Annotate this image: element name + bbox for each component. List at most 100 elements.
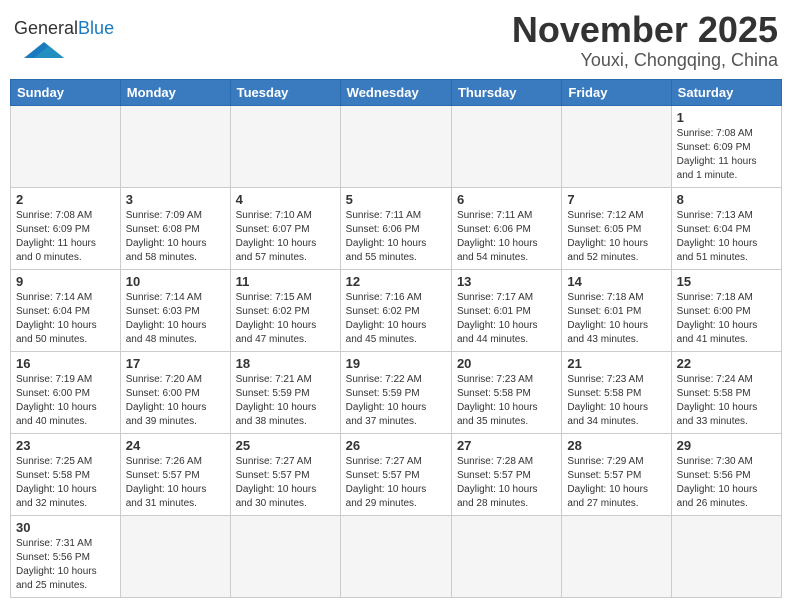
day-info: Sunrise: 7:23 AM Sunset: 5:58 PM Dayligh… [567, 373, 665, 429]
calendar-cell [562, 515, 671, 597]
weekday-header-tuesday: Tuesday [230, 79, 340, 105]
month-title: November 2025 [512, 10, 778, 50]
day-number: 29 [677, 438, 776, 453]
calendar-cell: 4 Sunrise: 7:10 AM Sunset: 6:07 PM Daylig… [230, 187, 340, 269]
calendar-cell: 30 Sunrise: 7:31 AM Sunset: 5:56 PM Dayli… [11, 515, 121, 597]
weekday-header-monday: Monday [120, 79, 230, 105]
day-info: Sunrise: 7:28 AM Sunset: 5:57 PM Dayligh… [457, 455, 556, 511]
day-info: Sunrise: 7:21 AM Sunset: 5:59 PM Dayligh… [236, 373, 335, 429]
calendar-cell [340, 515, 451, 597]
day-info: Sunrise: 7:10 AM Sunset: 6:07 PM Dayligh… [236, 209, 335, 265]
day-info: Sunrise: 7:19 AM Sunset: 6:00 PM Dayligh… [16, 373, 115, 429]
day-number: 13 [457, 274, 556, 289]
day-number: 18 [236, 356, 335, 371]
day-number: 3 [126, 192, 225, 207]
calendar-cell: 21Sunrise: 7:23 AM Sunset: 5:58 PM Dayli… [562, 351, 671, 433]
calendar-cell: 6 Sunrise: 7:11 AM Sunset: 6:06 PM Daylig… [451, 187, 561, 269]
day-info: Sunrise: 7:22 AM Sunset: 5:59 PM Dayligh… [346, 373, 446, 429]
day-number: 7 [567, 192, 665, 207]
calendar-cell: 1 Sunrise: 7:08 AM Sunset: 6:09 PM Daylig… [671, 105, 781, 187]
calendar-cell: 3 Sunrise: 7:09 AM Sunset: 6:08 PM Daylig… [120, 187, 230, 269]
day-number: 30 [16, 520, 115, 535]
calendar-cell [11, 105, 121, 187]
day-number: 26 [346, 438, 446, 453]
calendar-cell [340, 105, 451, 187]
calendar-cell: 28 Sunrise: 7:29 AM Sunset: 5:57 PM Dayli… [562, 433, 671, 515]
day-number: 5 [346, 192, 446, 207]
day-info: Sunrise: 7:23 AM Sunset: 5:58 PM Dayligh… [457, 373, 556, 429]
day-number: 23 [16, 438, 115, 453]
day-info: Sunrise: 7:11 AM Sunset: 6:06 PM Dayligh… [457, 209, 556, 265]
day-number: 28 [567, 438, 665, 453]
day-info: Sunrise: 7:31 AM Sunset: 5:56 PM Dayligh… [16, 537, 115, 593]
day-number: 16 [16, 356, 115, 371]
calendar-cell: 27 Sunrise: 7:28 AM Sunset: 5:57 PM Dayli… [451, 433, 561, 515]
location-title: Youxi, Chongqing, China [512, 50, 778, 71]
calendar-cell: 16 Sunrise: 7:19 AM Sunset: 6:00 PM Dayli… [11, 351, 121, 433]
day-info: Sunrise: 7:29 AM Sunset: 5:57 PM Dayligh… [567, 455, 665, 511]
weekday-header-saturday: Saturday [671, 79, 781, 105]
calendar-cell [230, 515, 340, 597]
calendar-cell: 26 Sunrise: 7:27 AM Sunset: 5:57 PM Dayli… [340, 433, 451, 515]
day-number: 10 [126, 274, 225, 289]
day-number: 14 [567, 274, 665, 289]
calendar-cell: 23Sunrise: 7:25 AM Sunset: 5:58 PM Dayli… [11, 433, 121, 515]
day-info: Sunrise: 7:11 AM Sunset: 6:06 PM Dayligh… [346, 209, 446, 265]
calendar-cell: 2Sunrise: 7:08 AM Sunset: 6:09 PM Daylig… [11, 187, 121, 269]
title-section: November 2025 Youxi, Chongqing, China [512, 10, 778, 71]
calendar-cell: 10 Sunrise: 7:14 AM Sunset: 6:03 PM Dayli… [120, 269, 230, 351]
day-number: 19 [346, 356, 446, 371]
calendar-cell: 20 Sunrise: 7:23 AM Sunset: 5:58 PM Dayli… [451, 351, 561, 433]
day-info: Sunrise: 7:27 AM Sunset: 5:57 PM Dayligh… [346, 455, 446, 511]
day-info: Sunrise: 7:08 AM Sunset: 6:09 PM Dayligh… [677, 127, 776, 183]
calendar-week-row: 2Sunrise: 7:08 AM Sunset: 6:09 PM Daylig… [11, 187, 782, 269]
day-number: 27 [457, 438, 556, 453]
day-info: Sunrise: 7:18 AM Sunset: 6:00 PM Dayligh… [677, 291, 776, 347]
day-number: 22 [677, 356, 776, 371]
calendar-cell [451, 515, 561, 597]
day-number: 25 [236, 438, 335, 453]
day-info: Sunrise: 7:24 AM Sunset: 5:58 PM Dayligh… [677, 373, 776, 429]
day-info: Sunrise: 7:16 AM Sunset: 6:02 PM Dayligh… [346, 291, 446, 347]
header: GeneralBlue November 2025 Youxi, Chongqi… [10, 10, 782, 71]
day-number: 9 [16, 274, 115, 289]
calendar-cell: 25Sunrise: 7:27 AM Sunset: 5:57 PM Dayli… [230, 433, 340, 515]
calendar-cell: 29Sunrise: 7:30 AM Sunset: 5:56 PM Dayli… [671, 433, 781, 515]
calendar-cell: 14 Sunrise: 7:18 AM Sunset: 6:01 PM Dayli… [562, 269, 671, 351]
day-number: 6 [457, 192, 556, 207]
day-info: Sunrise: 7:14 AM Sunset: 6:03 PM Dayligh… [126, 291, 225, 347]
day-number: 20 [457, 356, 556, 371]
calendar-cell [451, 105, 561, 187]
weekday-header-sunday: Sunday [11, 79, 121, 105]
day-info: Sunrise: 7:18 AM Sunset: 6:01 PM Dayligh… [567, 291, 665, 347]
logo-icon [14, 40, 74, 60]
calendar-cell: 7 Sunrise: 7:12 AM Sunset: 6:05 PM Daylig… [562, 187, 671, 269]
calendar-week-row: 30 Sunrise: 7:31 AM Sunset: 5:56 PM Dayli… [11, 515, 782, 597]
calendar-cell: 18 Sunrise: 7:21 AM Sunset: 5:59 PM Dayli… [230, 351, 340, 433]
day-number: 4 [236, 192, 335, 207]
calendar-cell [120, 105, 230, 187]
day-number: 11 [236, 274, 335, 289]
calendar-cell: 5 Sunrise: 7:11 AM Sunset: 6:06 PM Daylig… [340, 187, 451, 269]
day-number: 17 [126, 356, 225, 371]
calendar-cell [562, 105, 671, 187]
day-number: 1 [677, 110, 776, 125]
weekday-header-wednesday: Wednesday [340, 79, 451, 105]
day-info: Sunrise: 7:09 AM Sunset: 6:08 PM Dayligh… [126, 209, 225, 265]
calendar-cell: 17Sunrise: 7:20 AM Sunset: 6:00 PM Dayli… [120, 351, 230, 433]
day-number: 2 [16, 192, 115, 207]
day-info: Sunrise: 7:13 AM Sunset: 6:04 PM Dayligh… [677, 209, 776, 265]
logo-general: General [14, 18, 78, 38]
calendar-week-row: 9 Sunrise: 7:14 AM Sunset: 6:04 PM Daylig… [11, 269, 782, 351]
day-info: Sunrise: 7:12 AM Sunset: 6:05 PM Dayligh… [567, 209, 665, 265]
day-info: Sunrise: 7:14 AM Sunset: 6:04 PM Dayligh… [16, 291, 115, 347]
logo: GeneralBlue [14, 18, 114, 65]
day-number: 8 [677, 192, 776, 207]
weekday-header-thursday: Thursday [451, 79, 561, 105]
day-number: 24 [126, 438, 225, 453]
calendar-cell: 12Sunrise: 7:16 AM Sunset: 6:02 PM Dayli… [340, 269, 451, 351]
calendar-cell: 9 Sunrise: 7:14 AM Sunset: 6:04 PM Daylig… [11, 269, 121, 351]
weekday-header-row: SundayMondayTuesdayWednesdayThursdayFrid… [11, 79, 782, 105]
day-number: 15 [677, 274, 776, 289]
calendar-cell: 13Sunrise: 7:17 AM Sunset: 6:01 PM Dayli… [451, 269, 561, 351]
